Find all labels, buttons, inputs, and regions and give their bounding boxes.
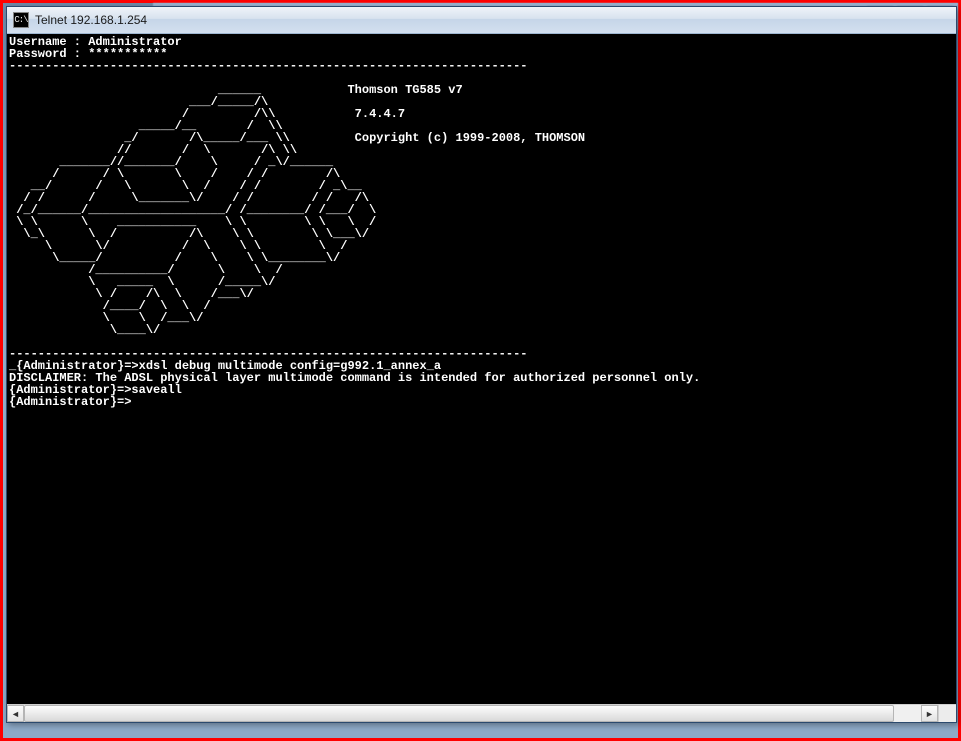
scrollbar-track[interactable] — [24, 705, 921, 722]
separator-line: ----------------------------------------… — [9, 59, 527, 73]
command-prompt-icon: C:\ — [13, 12, 29, 28]
terminal-output[interactable]: Username : Administrator Password : ****… — [7, 34, 956, 704]
screenshot-region: Windows Internet Explorer C:\ Telnet 192… — [0, 0, 961, 741]
scroll-left-arrow-icon[interactable]: ◄ — [7, 705, 24, 722]
scrollbar-corner — [938, 705, 956, 722]
scrollbar-thumb[interactable] — [24, 705, 894, 722]
horizontal-scrollbar[interactable]: ◄ ► — [7, 704, 956, 722]
banner-version: 7.4.4.7 — [355, 107, 405, 121]
shell-prompt: {Administrator}=> — [9, 395, 131, 409]
titlebar[interactable]: C:\ Telnet 192.168.1.254 — [7, 7, 956, 34]
banner-product: Thomson TG585 v7 — [347, 83, 462, 97]
command-text: saveall — [131, 383, 181, 397]
banner-copyright: Copyright (c) 1999-2008, THOMSON — [355, 131, 585, 145]
ascii-art-line: \____\/ — [9, 323, 160, 337]
scroll-right-arrow-icon[interactable]: ► — [921, 705, 938, 722]
telnet-window: C:\ Telnet 192.168.1.254 Username : Admi… — [6, 6, 957, 723]
window-title: Telnet 192.168.1.254 — [35, 13, 147, 27]
